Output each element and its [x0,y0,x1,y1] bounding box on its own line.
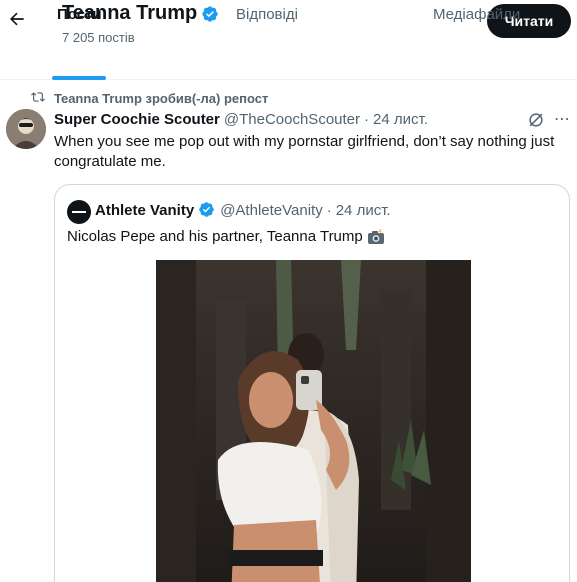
repost-indicator: Teanna Trump зробив(-ла) репост [30,90,268,107]
quote-header: Athlete Vanity @AthleteVanity · 24 лист. [95,201,391,219]
tweet-date[interactable]: 24 лист. [373,111,428,128]
tweet-separator: · [364,111,370,128]
verified-badge-icon [201,5,219,23]
tab-replies[interactable]: Відповіді [236,6,298,23]
quote-date[interactable]: 24 лист. [336,202,391,219]
tweet-header: Super Coochie Scouter @TheCoochScouter ·… [54,111,428,128]
camera-flash-icon [367,229,385,245]
quote-avatar[interactable] [67,200,91,224]
quote-text-line: Nicolas Pepe and his partner, Teanna Tru… [67,227,385,247]
quoted-tweet[interactable]: Athlete Vanity @AthleteVanity · 24 лист.… [54,184,570,582]
quote-text: Nicolas Pepe and his partner, Teanna Tru… [67,228,363,245]
grok-icon[interactable] [526,110,546,130]
tab-media[interactable]: Медіафайли [433,6,520,23]
repost-icon [30,90,46,107]
profile-header: Teanna Trump 7 205 постів Читати Пости В… [0,0,577,80]
back-arrow-icon[interactable] [4,6,30,32]
post-count: 7 205 постів [62,30,135,45]
avatar[interactable] [6,109,46,149]
quote-handle[interactable]: @AthleteVanity [220,202,323,219]
verified-badge-icon [198,201,216,219]
active-tab-indicator [52,76,106,80]
repost-text[interactable]: Teanna Trump зробив(-ла) репост [54,91,268,106]
tab-posts[interactable]: Пости [57,6,102,23]
quote-separator: · [326,201,332,219]
tweet-text: When you see me pop out with my pornstar… [54,133,555,170]
more-options-icon[interactable]: ⋯ [552,110,572,130]
tweet-handle[interactable]: @TheCoochScouter [224,111,360,128]
quote-photo[interactable] [156,260,471,582]
tweet-author-name[interactable]: Super Coochie Scouter [54,111,220,128]
quote-author-name[interactable]: Athlete Vanity [95,202,194,219]
